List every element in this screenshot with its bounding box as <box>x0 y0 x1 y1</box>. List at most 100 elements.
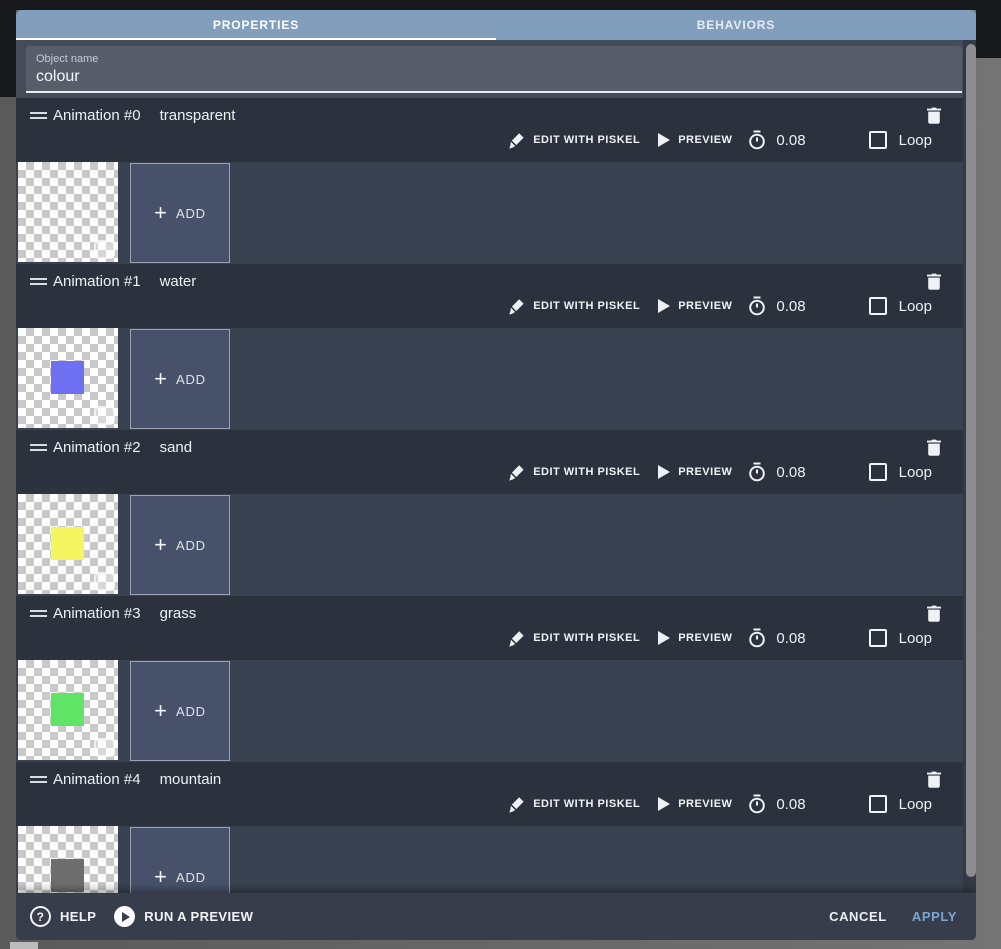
animation-header: Animation #2 sand EDIT WITH PISKEL PREVI… <box>16 430 963 494</box>
plus-icon: + <box>154 366 167 391</box>
frame-color-square <box>51 859 84 892</box>
animation-name-value[interactable]: grass <box>160 605 197 622</box>
brush-icon <box>509 464 524 481</box>
edit-with-piskel-button[interactable]: EDIT WITH PISKEL <box>508 132 640 149</box>
preview-button[interactable]: PREVIEW <box>658 133 732 147</box>
apply-button[interactable]: APPLY <box>912 909 957 924</box>
help-button[interactable]: ? HELP <box>30 906 96 927</box>
object-name-value[interactable]: colour <box>36 68 962 86</box>
add-frame-button[interactable]: + ADD <box>130 495 230 595</box>
frame-time-value[interactable]: 0.08 <box>776 298 805 315</box>
animation-name-value[interactable]: transparent <box>160 107 236 124</box>
frame-time-control[interactable]: 0.08 <box>747 628 806 648</box>
brush-icon <box>509 796 524 813</box>
delete-animation-button[interactable] <box>923 103 945 127</box>
animation-section: Animation #3 grass EDIT WITH PISKEL PREV… <box>16 596 963 762</box>
frame-color-square <box>51 693 84 726</box>
loop-checkbox[interactable] <box>868 297 887 315</box>
loop-checkbox[interactable] <box>868 795 887 813</box>
add-frame-button[interactable]: + ADD <box>130 329 230 429</box>
loop-label: Loop <box>898 629 932 647</box>
tab-properties[interactable]: PROPERTIES <box>16 10 496 40</box>
loop-checkbox[interactable] <box>868 131 887 149</box>
edit-with-piskel-button[interactable]: EDIT WITH PISKEL <box>508 796 640 813</box>
preview-label: PREVIEW <box>678 632 733 644</box>
object-name-label: Object name <box>36 53 99 65</box>
brush-icon <box>509 630 524 647</box>
drag-handle-icon[interactable] <box>30 444 47 451</box>
play-icon <box>658 465 671 479</box>
frames-strip: + ADD <box>16 494 963 596</box>
delete-animation-button[interactable] <box>923 435 945 459</box>
dialog-scroll-area: Object name colour Animation #0 transpar… <box>16 40 976 893</box>
edit-with-piskel-button[interactable]: EDIT WITH PISKEL <box>508 630 640 647</box>
delete-animation-button[interactable] <box>923 269 945 293</box>
frame-time-value[interactable]: 0.08 <box>776 464 805 481</box>
frame-time-value[interactable]: 0.08 <box>776 796 805 813</box>
frame-time-control[interactable]: 0.08 <box>747 794 806 814</box>
delete-animation-button[interactable] <box>923 767 945 791</box>
delete-animation-button[interactable] <box>923 601 945 625</box>
cancel-button[interactable]: CANCEL <box>829 909 887 924</box>
scrollbar-thumb[interactable] <box>966 44 976 877</box>
plus-icon: + <box>154 698 167 723</box>
animations-list: Animation #0 transparent EDIT WITH PISKE… <box>16 98 963 893</box>
animation-header: Animation #3 grass EDIT WITH PISKEL PREV… <box>16 596 963 660</box>
animation-header: Animation #1 water EDIT WITH PISKEL PREV… <box>16 264 963 328</box>
help-button-label: HELP <box>60 909 97 924</box>
preview-button[interactable]: PREVIEW <box>658 299 732 313</box>
preview-button[interactable]: PREVIEW <box>658 465 732 479</box>
frame-thumbnail[interactable] <box>18 826 118 893</box>
loop-label: Loop <box>898 297 932 315</box>
run-preview-button[interactable]: RUN A PREVIEW <box>114 906 253 927</box>
drag-handle-icon[interactable] <box>30 278 47 285</box>
loop-control: Loop <box>868 297 932 315</box>
frame-time-control[interactable]: 0.08 <box>747 130 806 150</box>
stopwatch-icon <box>749 462 766 482</box>
animation-section: Animation #4 mountain EDIT WITH PISKEL P… <box>16 762 963 893</box>
frame-thumbnail[interactable] <box>18 328 118 428</box>
object-properties-dialog: PROPERTIES BEHAVIORS Object name colour … <box>16 10 976 940</box>
loop-checkbox[interactable] <box>868 629 887 647</box>
loop-control: Loop <box>868 463 932 481</box>
tab-behaviors[interactable]: BEHAVIORS <box>496 10 976 40</box>
animation-title: Animation #0 <box>53 107 141 124</box>
frame-thumbnail[interactable] <box>18 494 118 594</box>
loop-label: Loop <box>898 131 932 149</box>
background-left-band <box>0 0 16 97</box>
preview-label: PREVIEW <box>678 798 733 810</box>
preview-label: PREVIEW <box>678 134 733 146</box>
frame-time-control[interactable]: 0.08 <box>747 296 806 316</box>
loop-checkbox[interactable] <box>868 463 887 481</box>
animation-name-value[interactable]: water <box>160 273 197 290</box>
run-preview-label: RUN A PREVIEW <box>144 909 254 924</box>
frame-thumbnail[interactable] <box>18 660 118 760</box>
background-corner-chip <box>10 942 38 949</box>
animation-name-value[interactable]: mountain <box>160 771 222 788</box>
add-frame-button[interactable]: + ADD <box>130 661 230 761</box>
add-frame-button[interactable]: + ADD <box>130 827 230 893</box>
drag-handle-icon[interactable] <box>30 610 47 617</box>
frame-time-value[interactable]: 0.08 <box>776 132 805 149</box>
edit-with-piskel-label: EDIT WITH PISKEL <box>533 466 641 478</box>
frames-strip: + ADD <box>16 826 963 893</box>
edit-with-piskel-button[interactable]: EDIT WITH PISKEL <box>508 298 640 315</box>
edit-with-piskel-button[interactable]: EDIT WITH PISKEL <box>508 464 640 481</box>
drag-handle-icon[interactable] <box>30 776 47 783</box>
preview-button[interactable]: PREVIEW <box>658 631 732 645</box>
preview-label: PREVIEW <box>678 466 733 478</box>
animation-title: Animation #4 <box>53 771 141 788</box>
brush-icon <box>509 132 524 149</box>
frame-time-value[interactable]: 0.08 <box>776 630 805 647</box>
drag-handle-icon[interactable] <box>30 112 47 119</box>
edit-with-piskel-label: EDIT WITH PISKEL <box>533 632 641 644</box>
preview-button[interactable]: PREVIEW <box>658 797 732 811</box>
animation-name-value[interactable]: sand <box>160 439 193 456</box>
play-icon <box>658 133 671 147</box>
frame-time-control[interactable]: 0.08 <box>747 462 806 482</box>
object-name-field[interactable]: Object name colour <box>26 46 962 93</box>
add-frame-button[interactable]: + ADD <box>130 163 230 263</box>
frames-strip: + ADD <box>16 162 963 264</box>
frame-thumbnail[interactable] <box>18 162 118 262</box>
animation-title: Animation #2 <box>53 439 141 456</box>
